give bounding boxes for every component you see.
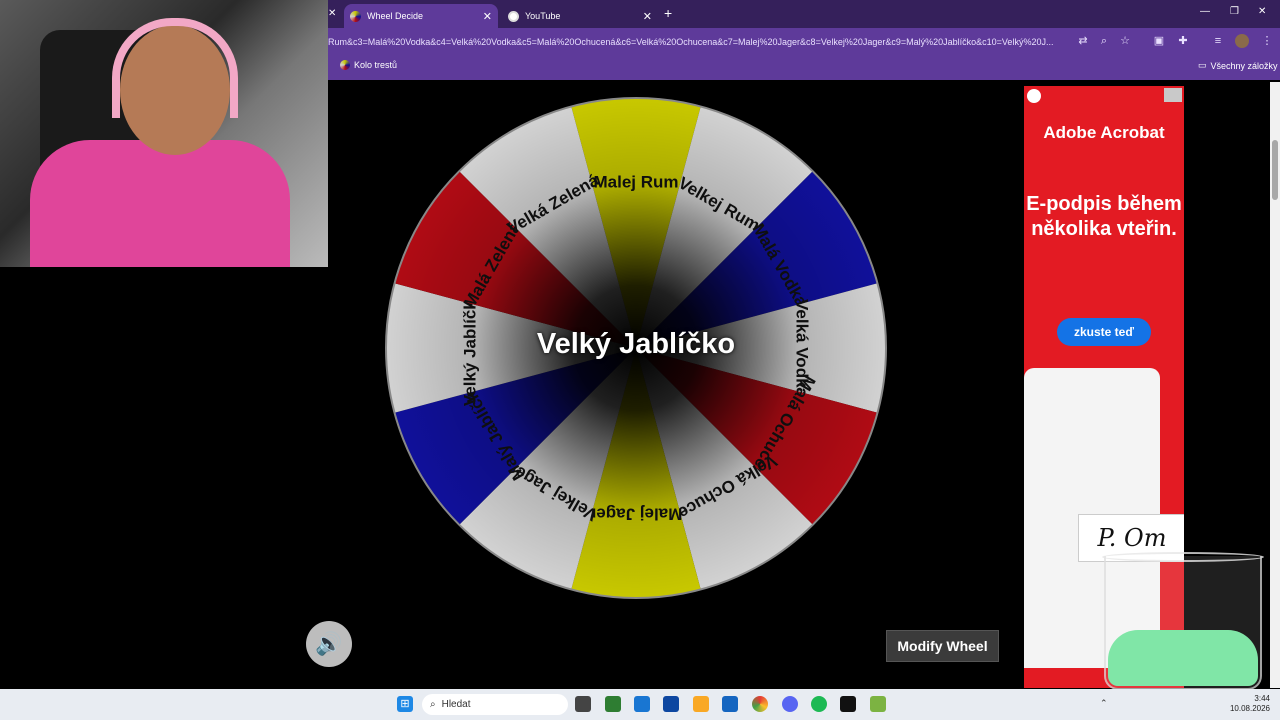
taskbar-search-input[interactable]: ⌕ Hledat: [422, 694, 568, 715]
tab-youtube[interactable]: YouTube ✕: [502, 4, 658, 28]
chevron-up-icon[interactable]: ⌃: [1100, 698, 1108, 709]
scrollbar-thumb[interactable]: [1272, 140, 1278, 200]
speaker-icon[interactable]: 🔊: [306, 621, 352, 667]
zoom-icon[interactable]: ⌕: [1097, 34, 1111, 48]
ad-close-icon[interactable]: [1164, 88, 1182, 102]
close-icon[interactable]: ✕: [483, 10, 492, 23]
spotify-icon[interactable]: [811, 696, 827, 712]
bookmarks-bar: [328, 56, 1280, 80]
tab-label: Wheel Decide: [367, 11, 424, 21]
clock-time: 3:44: [1254, 694, 1270, 703]
headphones: [112, 18, 238, 118]
search-icon: ⌕: [430, 699, 436, 710]
capcut-icon[interactable]: [840, 696, 856, 712]
minimize-button[interactable]: —: [1200, 6, 1210, 17]
shield-icon: [1027, 89, 1041, 103]
puzzle-icon[interactable]: ✚: [1176, 34, 1190, 48]
search-placeholder: Hledat: [441, 699, 471, 710]
star-icon[interactable]: ☆: [1118, 34, 1132, 48]
bookmark-label: Kolo trestů: [354, 60, 398, 70]
tab-wheel-decide[interactable]: Wheel Decide ✕: [344, 4, 498, 28]
new-tab-button[interactable]: +: [664, 5, 672, 21]
modify-wheel-button[interactable]: Modify Wheel: [886, 630, 999, 662]
tab-label: YouTube: [525, 11, 561, 21]
maximize-button[interactable]: ❐: [1230, 6, 1239, 17]
wheel-favicon-icon: [340, 60, 350, 70]
close-icon[interactable]: ✕: [643, 10, 652, 23]
clock-date: 10.08.2026: [1229, 704, 1270, 713]
windows-start-icon[interactable]: ⊞: [397, 696, 413, 712]
discord-icon[interactable]: [782, 696, 798, 712]
ad-brand: Adobe Acrobat: [1043, 123, 1165, 142]
all-bookmarks-button[interactable]: ▭ Všechny záložky: [1198, 60, 1278, 71]
minecraft-icon[interactable]: [870, 696, 886, 712]
bookmark-kolo-trestu[interactable]: Kolo trestů: [340, 60, 397, 70]
edge-icon[interactable]: [634, 696, 650, 712]
jar-overlay: [1104, 556, 1262, 690]
translate-icon[interactable]: ⇄: [1076, 34, 1090, 48]
wheel-favicon-icon: [350, 10, 361, 22]
folder-icon: ▭: [1198, 60, 1207, 70]
store-icon[interactable]: [663, 696, 679, 712]
url-input[interactable]: Rum&c3=Malá%20Vodka&c4=Velká%20Vodka&c5=…: [328, 33, 1070, 51]
globe-icon: [508, 10, 519, 22]
media-icon[interactable]: ≡: [1211, 34, 1225, 48]
close-window-button[interactable]: ✕: [1258, 6, 1266, 17]
webcam-overlay: [0, 0, 328, 267]
jar-rim: [1102, 552, 1264, 562]
folder-icon[interactable]: [693, 696, 709, 712]
taskbar-clock[interactable]: 3:44 10.08.2026: [1226, 694, 1270, 714]
menu-icon[interactable]: ⋮: [1260, 34, 1274, 48]
outlook-icon[interactable]: [722, 696, 738, 712]
avatar[interactable]: [1235, 34, 1249, 48]
teams-icon[interactable]: [605, 696, 621, 712]
tab-close-partial-icon[interactable]: ✕: [328, 8, 336, 19]
task-view-icon[interactable]: [575, 696, 591, 712]
all-bookmarks-label: Všechny záložky: [1210, 60, 1278, 71]
ad-cta-button[interactable]: zkuste teď: [1057, 318, 1151, 346]
extension-icon[interactable]: ▣: [1152, 34, 1166, 48]
streamer-body: [30, 140, 290, 267]
chrome-icon[interactable]: [752, 696, 768, 712]
ad-headline: E-podpis během několika vteřin.: [1026, 193, 1182, 240]
wheel-result-text: Velký Jablíčko: [536, 328, 736, 360]
